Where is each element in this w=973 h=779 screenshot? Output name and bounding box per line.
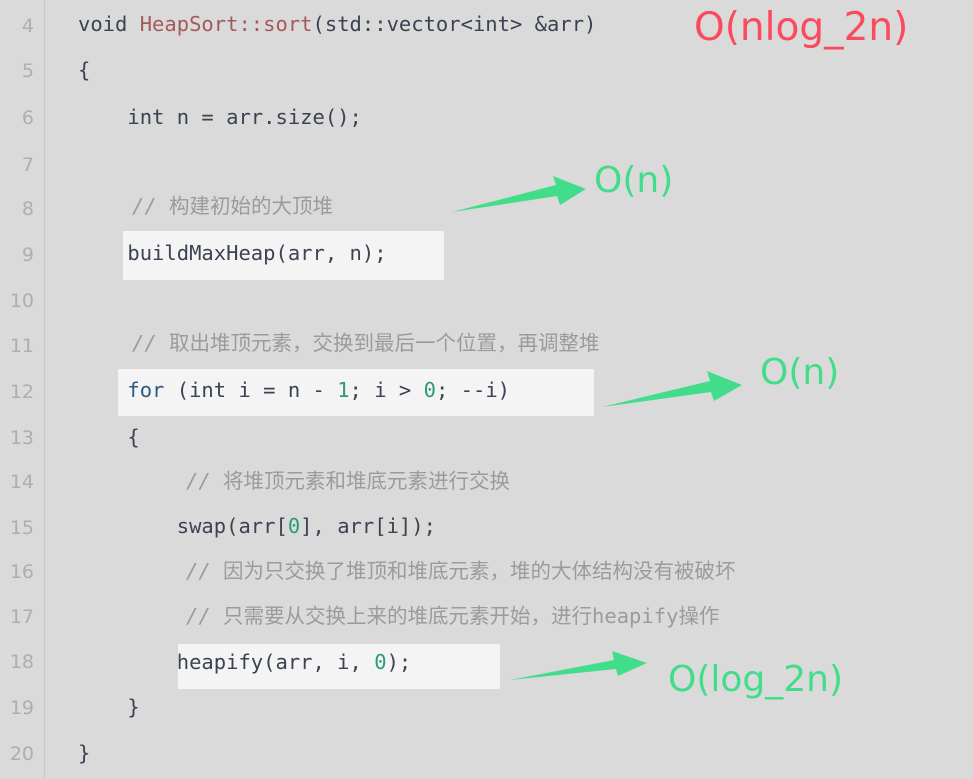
token-comment-text: 构建初始的大顶堆 bbox=[169, 194, 334, 218]
token-comment-text-a: 只需要从交换上来的堆底元素开始，进行 bbox=[223, 604, 593, 628]
token-number-zero: 0 bbox=[287, 514, 301, 538]
code-line-16[interactable]: // 因为只交换了堆顶和堆底元素，堆的大体结构没有被破坏 bbox=[186, 559, 736, 583]
line-number-13: 13 bbox=[9, 427, 34, 449]
token-comment-slashes: // bbox=[186, 604, 224, 628]
line-number-11: 11 bbox=[9, 335, 34, 357]
line-number-10: 10 bbox=[9, 290, 34, 312]
token-comment-text: 将堆顶元素和堆底元素进行交换 bbox=[223, 469, 511, 493]
token-for-step: ; --i) bbox=[435, 378, 511, 402]
token-close-brace: } bbox=[78, 741, 91, 765]
token-number-one: 1 bbox=[337, 378, 350, 402]
code-line-5[interactable]: { bbox=[78, 58, 90, 82]
code-line-8[interactable]: // 构建初始的大顶堆 bbox=[132, 194, 333, 218]
token-comment-slashes: // bbox=[132, 194, 170, 218]
arrow-to-heapify-icon bbox=[510, 651, 647, 680]
token-for-init: (int i = n - bbox=[164, 378, 338, 402]
code-line-11[interactable]: // 取出堆顶元素，交换到最后一个位置，再调整堆 bbox=[132, 331, 600, 355]
code-line-9[interactable]: buildMaxHeap(arr, n); bbox=[78, 241, 387, 265]
line-number-gutter: 4 5 6 7 8 9 10 11 12 13 14 15 16 17 18 1… bbox=[0, 0, 45, 779]
token-heapify-call-b: ); bbox=[386, 650, 412, 674]
line-number-12: 12 bbox=[9, 381, 34, 403]
code-line-4[interactable]: void HeapSort::sort(std::vector<int> &ar… bbox=[78, 12, 596, 36]
code-editor: 4 5 6 7 8 9 10 11 12 13 14 15 16 17 18 1… bbox=[0, 0, 973, 779]
code-line-6[interactable]: int n = arr.size(); bbox=[78, 105, 362, 129]
line-number-19: 19 bbox=[9, 697, 34, 719]
token-comment-text-b: 操作 bbox=[678, 604, 720, 628]
token-for-cond: ; i > bbox=[349, 378, 424, 402]
token-decl-n: int n = arr.size(); bbox=[78, 105, 362, 129]
code-line-18[interactable]: heapify(arr, i, 0); bbox=[78, 650, 412, 674]
token-number-zero: 0 bbox=[423, 378, 436, 402]
line-number-17: 17 bbox=[9, 606, 34, 628]
token-comment-text: 取出堆顶元素，交换到最后一个位置，再调整堆 bbox=[169, 331, 600, 355]
token-comment-slashes: // bbox=[186, 559, 224, 583]
token-comment-slashes: // bbox=[132, 331, 170, 355]
token-comment-slashes: // bbox=[186, 469, 224, 493]
line-number-4: 4 bbox=[21, 15, 34, 37]
token-buildmaxheap-call: buildMaxHeap(arr, n); bbox=[78, 241, 387, 265]
code-line-12[interactable]: for (int i = n - 1; i > 0; --i) bbox=[78, 378, 510, 402]
token-keyword-for: for bbox=[127, 378, 165, 402]
token-heapify-call-a: heapify(arr, i, bbox=[78, 650, 375, 674]
token-function-name: HeapSort::sort bbox=[139, 12, 313, 36]
code-line-13[interactable]: { bbox=[78, 425, 140, 449]
code-line-14[interactable]: // 将堆顶元素和堆底元素进行交换 bbox=[186, 469, 510, 493]
token-number-zero: 0 bbox=[374, 650, 387, 674]
line-number-18: 18 bbox=[9, 651, 34, 673]
line-number-16: 16 bbox=[9, 561, 34, 583]
code-line-17[interactable]: // 只需要从交换上来的堆底元素开始，进行heapify操作 bbox=[186, 604, 719, 628]
code-line-15[interactable]: swap(arr[0], arr[i]); bbox=[78, 514, 436, 538]
token-swap-call-b: ], arr[i]); bbox=[300, 514, 436, 538]
line-number-8: 8 bbox=[21, 198, 34, 220]
token-void: void bbox=[78, 12, 140, 36]
line-number-5: 5 bbox=[21, 60, 34, 82]
token-comment-text: 因为只交换了堆顶和堆底元素，堆的大体结构没有被破坏 bbox=[223, 559, 736, 583]
token-open-brace: { bbox=[78, 425, 140, 449]
line-number-9: 9 bbox=[21, 244, 34, 266]
token-comment-heapify: heapify bbox=[592, 604, 679, 628]
line-number-14: 14 bbox=[9, 471, 34, 493]
token-close-brace: } bbox=[78, 695, 140, 719]
line-number-7: 7 bbox=[21, 154, 34, 176]
line-number-15: 15 bbox=[9, 517, 34, 539]
arrow-to-buildmaxheap-icon bbox=[452, 176, 586, 212]
annotation-buildmaxheap-complexity: O(n) bbox=[594, 160, 674, 201]
annotation-forloop-complexity: O(n) bbox=[760, 352, 840, 393]
annotation-heapify-complexity: O(log_2n) bbox=[668, 659, 844, 700]
token-swap-call-a: swap(arr[ bbox=[78, 514, 288, 538]
code-line-19[interactable]: } bbox=[78, 695, 140, 719]
token-open-brace: { bbox=[78, 58, 91, 82]
arrow-to-forloop-icon bbox=[602, 371, 742, 407]
token-params: (std::vector<int> &arr) bbox=[312, 12, 597, 36]
annotation-total-complexity: O(nlog_2n) bbox=[694, 5, 909, 50]
line-number-6: 6 bbox=[21, 107, 34, 129]
code-line-20[interactable]: } bbox=[78, 741, 90, 765]
line-number-20: 20 bbox=[9, 743, 34, 765]
